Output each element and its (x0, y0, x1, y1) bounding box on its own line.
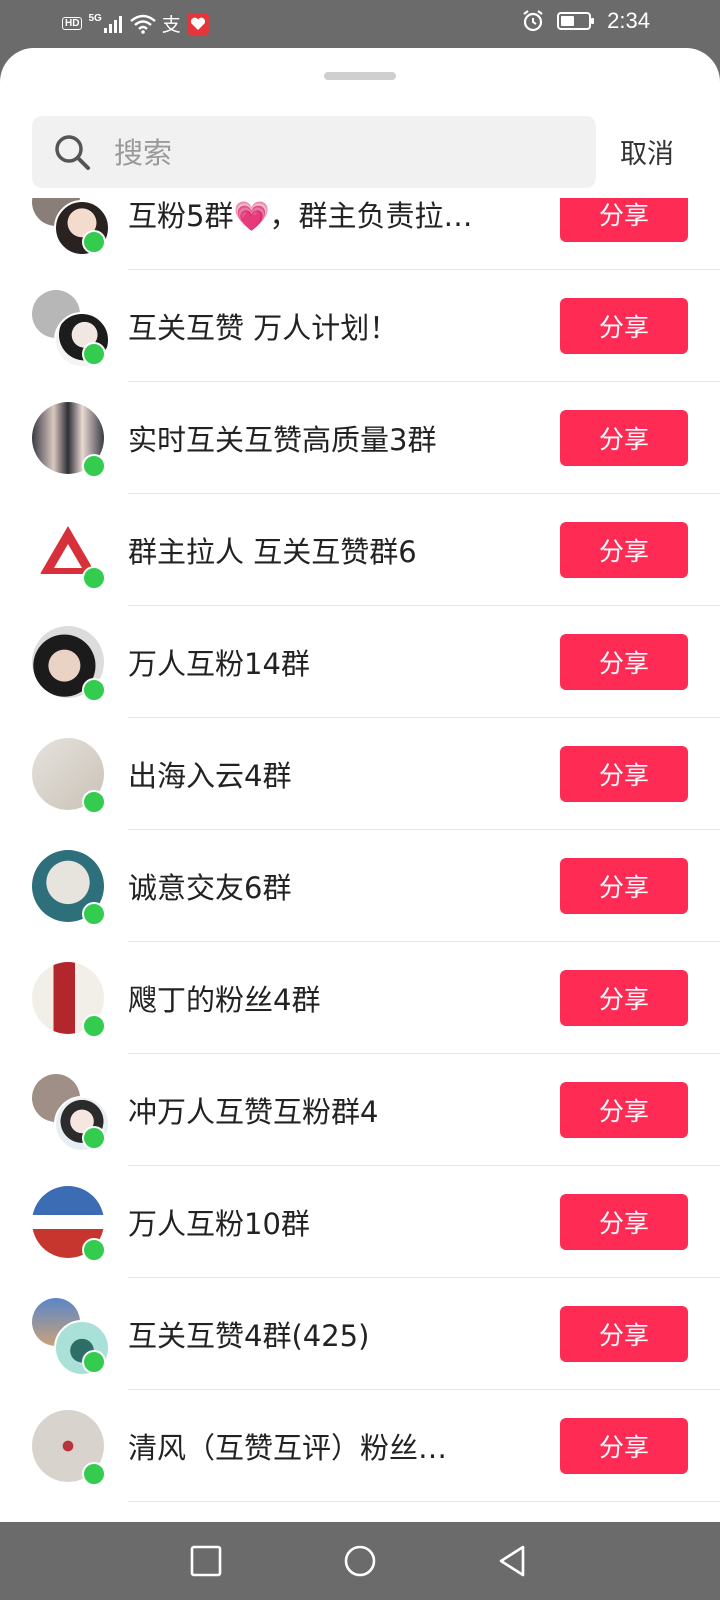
share-button[interactable]: 分享 (560, 198, 688, 242)
online-indicator (82, 454, 106, 478)
search-bar[interactable] (32, 116, 596, 188)
drag-handle[interactable] (324, 72, 396, 80)
online-indicator (82, 566, 106, 590)
online-indicator (82, 342, 106, 366)
group-avatar (32, 514, 106, 590)
online-indicator (82, 1350, 106, 1374)
group-row[interactable]: 互粉5群💗，群主负责拉… 分享 (0, 198, 720, 270)
status-bar: HD 5G 支 2:34 (0, 0, 720, 50)
group-row[interactable]: 万人互粉14群 分享 (0, 606, 720, 718)
group-name: 万人互粉10群 (128, 1207, 310, 1241)
group-avatar (32, 290, 110, 368)
group-name: 冲万人互赞互粉群4 (128, 1095, 379, 1129)
group-avatar (32, 626, 106, 702)
group-row[interactable]: 冲万人互赞互粉群4 分享 (0, 1054, 720, 1166)
group-row[interactable]: 飕丁的粉丝4群 分享 (0, 942, 720, 1054)
share-button[interactable]: 分享 (560, 970, 688, 1026)
share-button[interactable]: 分享 (560, 1194, 688, 1250)
group-avatar (32, 198, 110, 256)
network-type: 5G (88, 13, 102, 24)
group-row[interactable]: 出海入云4群 分享 (0, 718, 720, 830)
share-button[interactable]: 分享 (560, 410, 688, 466)
alarm-icon (523, 10, 543, 32)
share-button[interactable]: 分享 (560, 858, 688, 914)
group-row[interactable]: 群主拉人 互关互赞群6 分享 (0, 494, 720, 606)
group-avatar (32, 1410, 106, 1486)
status-right: 2:34 (521, 8, 650, 34)
group-avatar (32, 962, 106, 1038)
group-avatar (32, 1074, 110, 1152)
group-name: 诚意交友6群 (128, 871, 292, 905)
navigation-bar (0, 1522, 720, 1600)
share-button[interactable]: 分享 (560, 522, 688, 578)
share-button[interactable]: 分享 (560, 1418, 688, 1474)
share-button[interactable]: 分享 (560, 634, 688, 690)
group-row[interactable]: 诚意交友6群 分享 (0, 830, 720, 942)
group-name: 互关互赞 万人计划！ (128, 311, 399, 345)
group-avatar (32, 1186, 106, 1262)
share-sheet: 取消 互粉5群💗，群主负责拉… 分享 互关互赞 万人计划！ 分享 (0, 48, 720, 1522)
share-button[interactable]: 分享 (560, 298, 688, 354)
group-avatar (32, 402, 106, 478)
group-row[interactable]: 万人互粉10群 分享 (0, 1166, 720, 1278)
group-avatar (32, 1298, 110, 1376)
status-left: HD 5G 支 (62, 10, 209, 37)
group-name: 清风（互赞互评）粉丝… (128, 1431, 448, 1465)
online-indicator (82, 678, 106, 702)
group-row[interactable]: 互关互赞 万人计划！ 分享 (0, 270, 720, 382)
online-indicator (82, 1126, 106, 1150)
group-list[interactable]: 互粉5群💗，群主负责拉… 分享 互关互赞 万人计划！ 分享 实时互关互赞高质量3… (0, 198, 720, 1522)
group-name: 万人互粉14群 (128, 647, 310, 681)
search-input[interactable] (112, 128, 576, 178)
online-indicator (82, 790, 106, 814)
online-indicator (82, 1014, 106, 1038)
group-name: 互粉5群💗，群主负责拉… (128, 199, 473, 233)
search-icon (55, 135, 90, 170)
divider (128, 1501, 720, 1502)
online-indicator (82, 1238, 106, 1262)
group-name: 实时互关互赞高质量3群 (128, 423, 437, 457)
heart-app-icon (186, 12, 209, 35)
online-indicator (82, 230, 106, 254)
hd-badge: HD (62, 17, 83, 30)
share-button[interactable]: 分享 (560, 746, 688, 802)
group-row[interactable]: 实时互关互赞高质量3群 分享 (0, 382, 720, 494)
group-name: 出海入云4群 (128, 759, 292, 793)
signal-icon (103, 15, 122, 33)
recents-button-icon[interactable] (189, 1544, 223, 1578)
battery-icon (557, 12, 595, 30)
group-row[interactable]: 互关互赞4群(425) 分享 (0, 1278, 720, 1390)
group-row[interactable]: 清风（互赞互评）粉丝… 分享 (0, 1390, 720, 1502)
group-name: 互关互赞4群(425) (128, 1319, 370, 1353)
online-indicator (82, 1462, 106, 1486)
wifi-icon (130, 14, 156, 34)
home-button-icon[interactable] (343, 1544, 377, 1578)
share-button[interactable]: 分享 (560, 1306, 688, 1362)
group-avatar (32, 850, 106, 926)
group-name: 飕丁的粉丝4群 (128, 983, 321, 1017)
group-name: 群主拉人 互关互赞群6 (128, 535, 417, 569)
back-button-icon[interactable] (495, 1544, 529, 1578)
share-button[interactable]: 分享 (560, 1082, 688, 1138)
group-avatar (32, 738, 106, 814)
clock: 2:34 (607, 8, 650, 33)
pay-app-icon: 支 (161, 14, 181, 36)
cancel-button[interactable]: 取消 (620, 132, 674, 171)
online-indicator (82, 902, 106, 926)
